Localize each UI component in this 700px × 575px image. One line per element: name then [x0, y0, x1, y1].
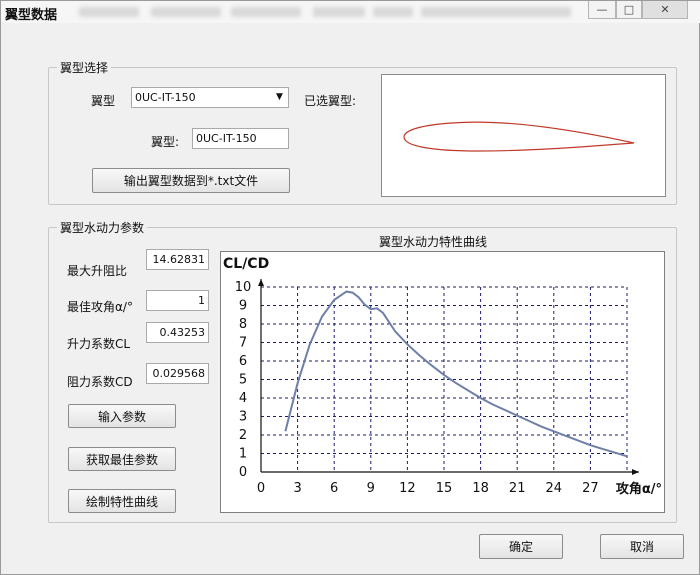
blurred-tab — [151, 7, 221, 17]
x-tick-label: 18 — [472, 481, 489, 496]
close-button[interactable]: ✕ — [642, 1, 688, 19]
y-tick-label: 0 — [239, 465, 247, 480]
maximize-icon: □ — [623, 3, 635, 16]
group-title: 翼型选择 — [57, 59, 112, 76]
x-axis-arrow-icon — [632, 469, 639, 475]
x-tick-label: 0 — [257, 481, 265, 496]
x-tick-label: 21 — [509, 481, 526, 496]
hydro-chart: 0 1 2 3 4 5 6 7 8 9 10 0 3 6 9 12 15 18 21 24 27 CL/CD 攻角α/° — [220, 251, 665, 513]
minimize-button[interactable]: — — [588, 1, 616, 19]
chart-title: 翼型水动力特性曲线 — [379, 235, 488, 249]
ok-button[interactable]: 确定 — [479, 534, 563, 559]
y-axis-arrow-icon — [258, 279, 264, 286]
airfoil-name-label: 翼型: — [151, 135, 180, 149]
lift-coefficient-label: 升力系数CL — [67, 337, 131, 351]
maximize-button[interactable]: □ — [616, 1, 642, 19]
chart-svg: 0123456789100 3 6 9 12 15 18 21 24 27CL/CD攻角α/° — [223, 256, 662, 497]
series-line — [284, 290, 628, 458]
x-tick-label: 27 — [582, 481, 599, 496]
x-tick-label: 24 — [546, 481, 563, 496]
x-tick-label: 12 — [399, 481, 416, 496]
y-tick-label: 9 — [239, 299, 247, 314]
blurred-tab — [313, 7, 365, 17]
y-tick-label: 1 — [239, 447, 247, 462]
x-tick-label: 15 — [436, 481, 453, 496]
y-tick-label: 8 — [239, 317, 247, 332]
x-tick-label: 6 — [330, 481, 338, 496]
chevron-down-icon[interactable]: ▼ — [272, 89, 287, 106]
y-tick-label: 2 — [239, 428, 247, 443]
x-tick-label: 3 — [293, 481, 301, 496]
y-axis-label: CL/CD — [223, 256, 269, 272]
lift-coefficient-field[interactable]: 0.43253 — [146, 322, 209, 343]
y-tick-label: 3 — [239, 410, 247, 425]
airfoil-combo[interactable]: 0UC-IT-150 ▼ — [131, 87, 289, 108]
close-icon: ✕ — [660, 3, 670, 16]
y-tick-label: 6 — [239, 354, 247, 369]
blurred-tab — [79, 7, 139, 17]
title-bar[interactable]: 翼型数据 — □ ✕ — [1, 1, 700, 23]
drag-coefficient-field[interactable]: 0.029568 — [146, 363, 209, 384]
airfoil-outline — [403, 121, 635, 152]
max-lift-drag-label: 最大升阻比 — [67, 264, 128, 278]
selected-airfoil-label: 已选翼型: — [304, 94, 357, 108]
blurred-tab — [231, 7, 301, 17]
get-best-params-button[interactable]: 获取最佳参数 — [68, 447, 176, 471]
airfoil-name-field[interactable]: 0UC-IT-150 — [192, 128, 289, 149]
minimize-icon: — — [596, 3, 608, 16]
best-aoa-field[interactable]: 1 — [146, 290, 209, 311]
airfoil-label: 翼型 — [91, 94, 116, 108]
window-title: 翼型数据 — [5, 8, 58, 23]
export-txt-button[interactable]: 输出翼型数据到*.txt文件 — [92, 168, 290, 193]
blurred-tab — [421, 7, 571, 17]
cancel-button[interactable]: 取消 — [600, 534, 684, 559]
plot-curve-button[interactable]: 绘制特性曲线 — [68, 489, 176, 513]
blurred-tab — [373, 7, 413, 17]
airfoil-combo-value: 0UC-IT-150 — [135, 91, 196, 104]
group-title: 翼型水动力参数 — [57, 219, 148, 236]
airfoil-shape — [403, 121, 635, 152]
best-aoa-label: 最佳攻角α/° — [67, 300, 133, 314]
airfoil-preview — [381, 74, 666, 197]
y-tick-label: 5 — [239, 373, 247, 388]
input-params-button[interactable]: 输入参数 — [68, 404, 176, 428]
x-axis-label: 攻角α/° — [616, 481, 662, 497]
y-tick-label: 7 — [239, 336, 247, 351]
max-lift-drag-field[interactable]: 14.62831 — [146, 249, 209, 270]
airfoil-data-window: 翼型数据 — □ ✕ 翼型选择 翼型 0UC-IT-150 ▼ 已选翼型: 翼型… — [0, 0, 700, 575]
drag-coefficient-label: 阻力系数CD — [67, 375, 133, 389]
y-tick-label: 4 — [239, 391, 247, 406]
y-tick-label: 10 — [235, 280, 252, 295]
x-tick-label: 9 — [367, 481, 375, 496]
